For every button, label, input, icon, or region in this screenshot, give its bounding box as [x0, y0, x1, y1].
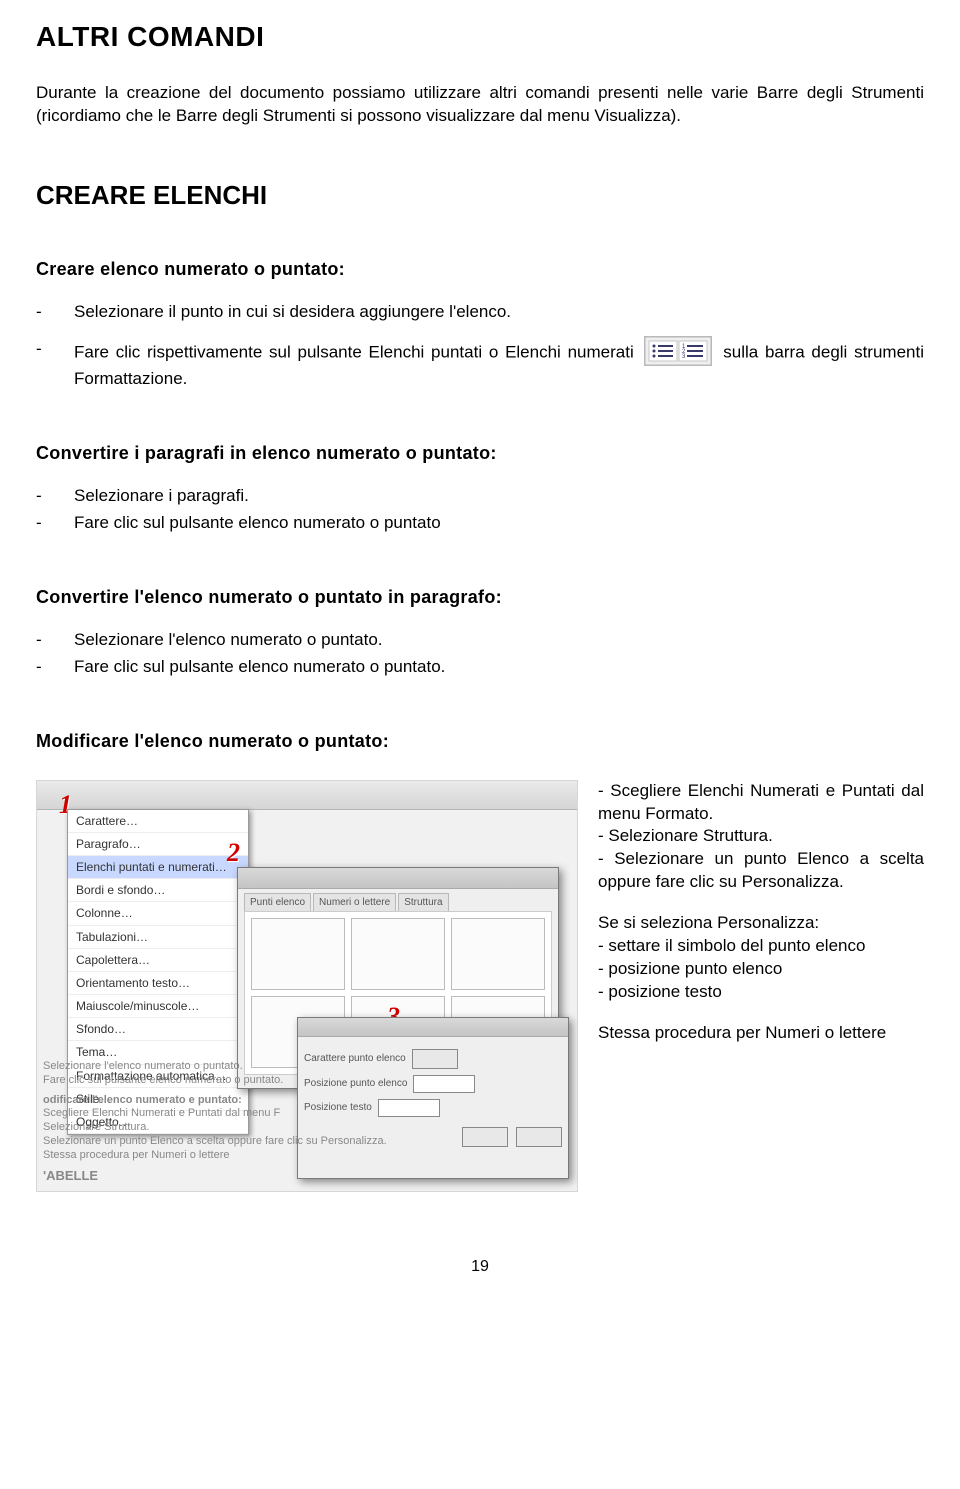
bg-line: Selezionare Struttura.: [43, 1121, 571, 1135]
dialog-tabs[interactable]: Punti elenco Numeri o lettere Struttura: [238, 889, 558, 912]
menu-item[interactable]: Capolettera…: [68, 949, 248, 972]
bg-line: Stessa procedura per Numeri o lettere: [43, 1149, 571, 1163]
app-toolbar: [37, 781, 577, 810]
bg-line: Fare clic sul pulsante elenco numerato o…: [43, 1074, 571, 1088]
heading-convertire-elenco: Convertire l'elenco numerato o puntato i…: [36, 585, 924, 609]
dialog-titlebar: [298, 1018, 568, 1037]
page-number: 19: [36, 1256, 924, 1278]
menu-item[interactable]: Tabulazioni…: [68, 926, 248, 949]
figure-and-instructions: 1 Carattere… Paragrafo… Elenchi puntati …: [36, 780, 924, 1192]
bullet-text: Selezionare il punto in cui si desidera …: [74, 301, 924, 324]
menu-item[interactable]: Maiuscole/minuscole…: [68, 995, 248, 1018]
dialog-titlebar: [238, 868, 558, 889]
bullet-text: Fare clic sul pulsante elenco numerato o…: [74, 656, 924, 679]
tab-struttura[interactable]: Struttura: [398, 893, 448, 912]
bg-line: Selezionare l'elenco numerato o puntato.: [43, 1060, 571, 1074]
tab-punti-elenco[interactable]: Punti elenco: [244, 893, 311, 912]
menu-item[interactable]: Bordi e sfondo…: [68, 879, 248, 902]
list-item: - Selezionare i paragrafi.: [36, 485, 924, 508]
word-screenshot: 1 Carattere… Paragrafo… Elenchi puntati …: [36, 780, 578, 1192]
instr-line: - Scegliere Elenchi Numerati e Puntati d…: [598, 780, 924, 826]
style-option[interactable]: [351, 918, 445, 990]
list-item: - Fare clic sul pulsante elenco numerato…: [36, 656, 924, 679]
menu-item[interactable]: Carattere…: [68, 810, 248, 833]
heading-modificare-elenco: Modificare l'elenco numerato o puntato:: [36, 729, 924, 753]
menu-item[interactable]: Sfondo…: [68, 1018, 248, 1041]
menu-item[interactable]: Colonne…: [68, 902, 248, 925]
bullet-text: Fare clic rispettivamente sul pulsante E…: [74, 338, 924, 391]
list-item: - Selezionare l'elenco numerato o puntat…: [36, 629, 924, 652]
bg-line: 'ABELLE: [43, 1168, 571, 1184]
dash-marker: -: [36, 656, 74, 679]
bg-line: Scegliere Elenchi Numerati e Puntati dal…: [43, 1107, 571, 1121]
background-doc-text: Selezionare l'elenco numerato o puntato.…: [43, 1060, 571, 1185]
instr-line: - posizione punto elenco: [598, 958, 924, 981]
menu-item-elenchi[interactable]: Elenchi puntati e numerati…: [68, 856, 248, 879]
instr-line: Se si seleziona Personalizza:: [598, 912, 924, 935]
bg-line: odificare l'elenco numerato e puntato:: [43, 1094, 571, 1108]
instr-line: - Selezionare un punto Elenco a scelta o…: [598, 848, 924, 894]
bg-line: Selezionare un punto Elenco a scelta opp…: [43, 1135, 571, 1149]
bullet-text: Selezionare l'elenco numerato o puntato.: [74, 629, 924, 652]
dash-marker: -: [36, 512, 74, 535]
heading-convertire-paragrafi: Convertire i paragrafi in elenco numerat…: [36, 441, 924, 465]
tab-numeri-lettere[interactable]: Numeri o lettere: [313, 893, 396, 912]
intro-paragraph: Durante la creazione del documento possi…: [36, 82, 924, 128]
heading-creare-elenco: Creare elenco numerato o puntato:: [36, 257, 924, 281]
menu-item[interactable]: Orientamento testo…: [68, 972, 248, 995]
bullet-text-a: Fare clic rispettivamente sul pulsante E…: [74, 342, 634, 361]
bullet-text: Selezionare i paragrafi.: [74, 485, 924, 508]
page: ALTRI COMANDI Durante la creazione del d…: [0, 0, 960, 1277]
callout-2: 2: [227, 835, 249, 861]
title-creare-elenchi: CREARE ELENCHI: [36, 178, 924, 213]
title-altri-comandi: ALTRI COMANDI: [36, 18, 924, 56]
dash-marker: -: [36, 485, 74, 508]
instr-line: - settare il simbolo del punto elenco: [598, 935, 924, 958]
list-item: - Fare clic rispettivamente sul pulsante…: [36, 338, 924, 391]
bullets-numbering-icon: 1 2 3: [644, 336, 712, 366]
instr-line: - Selezionare Struttura.: [598, 825, 924, 848]
dash-marker: -: [36, 338, 74, 391]
instr-line: Stessa procedura per Numeri o lettere: [598, 1022, 924, 1045]
style-option[interactable]: [451, 918, 545, 990]
dash-marker: -: [36, 301, 74, 324]
list-item: - Fare clic sul pulsante elenco numerato…: [36, 512, 924, 535]
menu-item[interactable]: Paragrafo…: [68, 833, 248, 856]
bullet-text: Fare clic sul pulsante elenco numerato o…: [74, 512, 924, 535]
instructions-column: - Scegliere Elenchi Numerati e Puntati d…: [598, 780, 924, 1192]
list-item: - Selezionare il punto in cui si desider…: [36, 301, 924, 324]
dash-marker: -: [36, 629, 74, 652]
instr-line: - posizione testo: [598, 981, 924, 1004]
style-option[interactable]: [251, 918, 345, 990]
